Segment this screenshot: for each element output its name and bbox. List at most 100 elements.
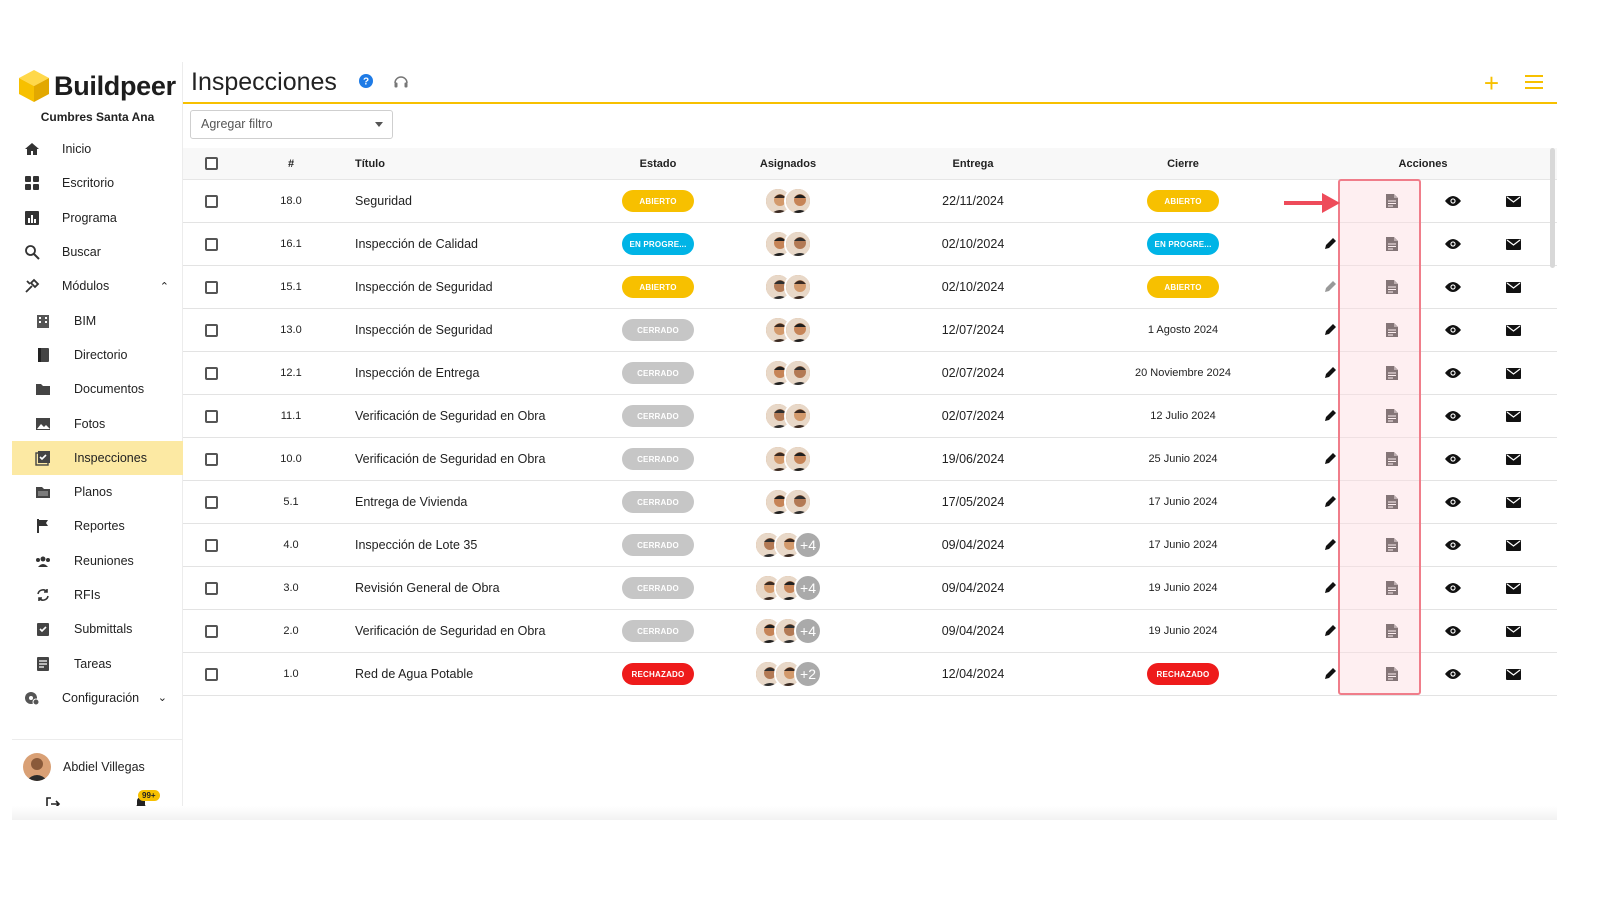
col-cierre[interactable]: Cierre (1123, 148, 1243, 179)
pdf-export-icon[interactable] (1383, 395, 1401, 437)
email-icon[interactable] (1503, 567, 1523, 609)
sidebar-item-modulos[interactable]: Módulos ⌃ (12, 269, 183, 303)
view-icon[interactable] (1443, 309, 1463, 351)
edit-icon[interactable] (1321, 395, 1339, 437)
row-title[interactable]: Verificación de Seguridad en Obra (355, 395, 605, 437)
email-icon[interactable] (1503, 438, 1523, 480)
row-checkbox[interactable] (205, 180, 219, 222)
row-checkbox[interactable] (205, 610, 219, 652)
view-icon[interactable] (1443, 223, 1463, 265)
sidebar-item-rfis[interactable]: RFIs (12, 578, 183, 612)
sidebar-item-configuracion[interactable]: Configuración ⌄ (12, 681, 183, 715)
row-title[interactable]: Entrega de Vivienda (355, 481, 605, 523)
sidebar-item-planos[interactable]: Planos (12, 475, 183, 509)
edit-icon[interactable] (1321, 438, 1339, 480)
pdf-export-icon[interactable] (1383, 352, 1401, 394)
sidebar-item-inspecciones[interactable]: Inspecciones (12, 440, 183, 475)
view-icon[interactable] (1443, 481, 1463, 523)
table-row[interactable]: 2.0 Verificación de Seguridad en Obra CERR… (183, 610, 1557, 653)
assignee-avatar[interactable] (784, 187, 812, 215)
more-assignees[interactable]: +4 (794, 617, 822, 645)
sidebar-item-reportes[interactable]: Reportes (12, 509, 183, 543)
row-checkbox[interactable] (205, 438, 219, 480)
email-icon[interactable] (1503, 266, 1523, 308)
view-icon[interactable] (1443, 395, 1463, 437)
email-icon[interactable] (1503, 223, 1523, 265)
row-checkbox[interactable] (205, 309, 219, 351)
edit-icon[interactable] (1321, 567, 1339, 609)
col-estado[interactable]: Estado (613, 148, 703, 179)
view-icon[interactable] (1443, 266, 1463, 308)
row-checkbox[interactable] (205, 481, 219, 523)
email-icon[interactable] (1503, 524, 1523, 566)
row-title[interactable]: Inspección de Entrega (355, 352, 605, 394)
email-icon[interactable] (1503, 610, 1523, 652)
row-title[interactable]: Inspección de Seguridad (355, 309, 605, 351)
pdf-export-icon[interactable] (1383, 653, 1401, 695)
row-checkbox[interactable] (205, 223, 219, 265)
logo[interactable]: Buildpeer (18, 68, 176, 104)
row-title[interactable]: Inspección de Calidad (355, 223, 605, 265)
table-row[interactable]: 4.0 Inspección de Lote 35 CERRADO +4 09/04/2… (183, 524, 1557, 567)
view-icon[interactable] (1443, 610, 1463, 652)
email-icon[interactable] (1503, 352, 1523, 394)
view-icon[interactable] (1443, 438, 1463, 480)
assignee-avatar[interactable] (784, 445, 812, 473)
view-icon[interactable] (1443, 180, 1463, 222)
edit-icon[interactable] (1321, 481, 1339, 523)
row-checkbox[interactable] (205, 395, 219, 437)
help-icon[interactable]: ? (359, 74, 373, 93)
table-row[interactable]: 10.0 Verificación de Seguridad en Obra CER… (183, 438, 1557, 481)
assignee-avatar[interactable] (784, 488, 812, 516)
col-num[interactable]: # (273, 148, 309, 179)
assignee-avatar[interactable] (784, 316, 812, 344)
more-assignees[interactable]: +2 (794, 660, 822, 688)
scrollbar[interactable] (1550, 148, 1555, 268)
sidebar-item-directorio[interactable]: Directorio (12, 338, 183, 372)
sidebar-item-reuniones[interactable]: Reuniones (12, 544, 183, 578)
pdf-export-icon[interactable] (1383, 524, 1401, 566)
edit-icon[interactable] (1321, 223, 1339, 265)
col-title[interactable]: Título (355, 148, 605, 179)
table-row[interactable]: 12.1 Inspección de Entrega CERRADO 02/07/20… (183, 352, 1557, 395)
edit-icon[interactable] (1321, 653, 1339, 695)
assignee-avatar[interactable] (784, 359, 812, 387)
table-row[interactable]: 5.1 Entrega de Vivienda CERRADO 17/05/2024 1… (183, 481, 1557, 524)
row-title[interactable]: Verificación de Seguridad en Obra (355, 610, 605, 652)
menu-icon[interactable] (1525, 75, 1543, 94)
table-row[interactable]: 13.0 Inspección de Seguridad CERRADO 12/07/… (183, 309, 1557, 352)
row-title[interactable]: Seguridad (355, 180, 605, 222)
view-icon[interactable] (1443, 653, 1463, 695)
table-row[interactable]: 1.0 Red de Agua Potable RECHAZADO +2 12/04/2… (183, 653, 1557, 696)
filter-select[interactable]: Agregar filtro (190, 110, 393, 139)
view-icon[interactable] (1443, 524, 1463, 566)
chevron-up-icon[interactable]: ⌃ (160, 280, 169, 293)
col-entrega[interactable]: Entrega (923, 148, 1023, 179)
email-icon[interactable] (1503, 395, 1523, 437)
pdf-export-icon[interactable] (1383, 223, 1401, 265)
sidebar-item-programa[interactable]: Programa (12, 201, 183, 235)
table-row[interactable]: 18.0 Seguridad ABIERTO 22/11/2024 ABIERTO (183, 180, 1557, 223)
row-title[interactable]: Inspección de Lote 35 (355, 524, 605, 566)
sidebar-item-fotos[interactable]: Fotos (12, 406, 183, 440)
row-checkbox[interactable] (205, 352, 219, 394)
support-headset-icon[interactable] (393, 74, 409, 95)
view-icon[interactable] (1443, 352, 1463, 394)
row-checkbox[interactable] (205, 524, 219, 566)
row-checkbox[interactable] (205, 266, 219, 308)
sidebar-item-tareas[interactable]: Tareas (12, 646, 183, 680)
email-icon[interactable] (1503, 309, 1523, 351)
row-title[interactable]: Verificación de Seguridad en Obra (355, 438, 605, 480)
pdf-export-icon[interactable] (1383, 180, 1401, 222)
pdf-export-icon[interactable] (1383, 438, 1401, 480)
row-checkbox[interactable] (205, 567, 219, 609)
table-row[interactable]: 3.0 Revisión General de Obra CERRADO +4 09/0… (183, 567, 1557, 610)
edit-icon[interactable] (1321, 610, 1339, 652)
more-assignees[interactable]: +4 (794, 574, 822, 602)
pdf-export-icon[interactable] (1383, 309, 1401, 351)
table-row[interactable]: 16.1 Inspección de Calidad EN PROGRE... 02/… (183, 223, 1557, 266)
sidebar-item-documentos[interactable]: Documentos (12, 372, 183, 406)
view-icon[interactable] (1443, 567, 1463, 609)
edit-icon[interactable] (1321, 309, 1339, 351)
row-title[interactable]: Inspección de Seguridad (355, 266, 605, 308)
